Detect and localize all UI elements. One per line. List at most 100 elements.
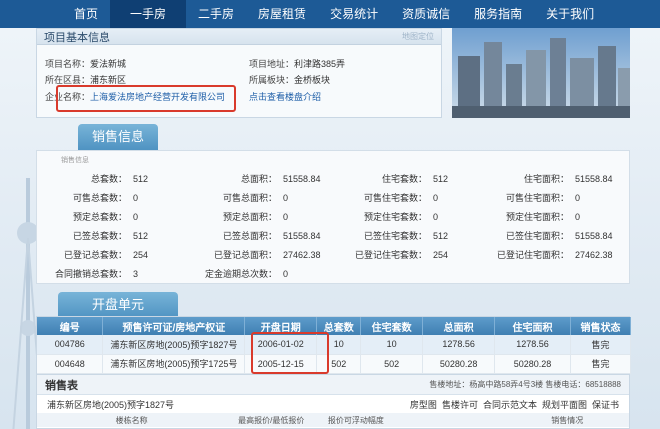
sales-info-value: 254: [133, 249, 149, 260]
nav-item[interactable]: 服务指南: [462, 0, 534, 28]
detail-link-row: 点击查看楼盘介绍: [249, 90, 321, 103]
sales-info-value: 0: [133, 211, 139, 222]
unit-id-cell[interactable]: 004648: [37, 354, 104, 374]
sales-info-value: 0: [575, 192, 581, 203]
document-link[interactable]: 合同示范文本: [483, 400, 537, 410]
project-detail-link[interactable]: 点击查看楼盘介绍: [249, 92, 321, 102]
sales-info-value: 51558.84: [283, 173, 321, 184]
nav-item[interactable]: 首页: [62, 0, 110, 28]
project-address: 利津路385弄: [294, 59, 346, 69]
unit-id-cell[interactable]: 004786: [37, 335, 104, 355]
sales-table-column-header: 报价可浮动幅度: [327, 415, 384, 425]
sales-info-label: 预定住宅面积：: [505, 212, 569, 222]
sales-info-label: 可售住宅面积：: [505, 193, 569, 203]
sales-info-label: 住宅面积：: [523, 174, 569, 184]
sales-office-info: 售楼地址：杨高中路58弄4号3楼 售楼电话：68518888: [429, 380, 621, 389]
sales-info-value: 512: [433, 173, 449, 184]
sales-table-title: 销售表: [45, 379, 78, 392]
units-column-header: 销售状态: [570, 317, 631, 335]
sales-info-label: 住宅套数：: [381, 174, 427, 184]
sales-info-value: 254: [433, 249, 449, 260]
table-row[interactable]: 004786 浦东新区房地(2005)预字1827号 2006-01-02 10 10 1…: [37, 335, 631, 355]
sales-info-row: 总套数： 512 总面积： 51558.84 住宅套数： 512 住宅面积： 51558.84: [37, 169, 631, 188]
sales-info-label: 预定总面积：: [222, 212, 277, 222]
sales-info-value: 0: [433, 192, 439, 203]
opening-units-panel: 编号 预售许可证/房地产权证 开盘日期 总套数 住宅套数 总面积 住宅面积 销售状态 0047…: [36, 316, 631, 374]
tab-opening-units[interactable]: 开盘单元: [58, 292, 178, 318]
sales-info-label: 已登记住宅面积：: [497, 250, 570, 260]
project-address-row: 项目地址：利津路385弄: [249, 59, 346, 69]
sales-table-column-header: 最高报价/最低报价: [238, 415, 305, 425]
top-nav: 首页 一手房 二手房 房屋租赁 交易统计 资质诚信 服务指南 关于我们: [0, 0, 660, 28]
table-cell: 502: [360, 354, 424, 374]
nav-item[interactable]: 交易统计: [318, 0, 390, 28]
sales-info-value: 512: [433, 230, 449, 241]
nav-item[interactable]: 关于我们: [534, 0, 606, 28]
building-photo: [452, 28, 630, 118]
sales-info-row: 已登记总套数： 254 已登记总面积： 27462.38 已登记住宅套数： 254 已登记住…: [37, 245, 631, 264]
district-value: 浦东新区: [90, 75, 127, 85]
project-name-row: 项目名称：爱法新城: [45, 59, 127, 69]
sales-info-panel: 销售信息 总套数： 512 总面积： 51558.84 住宅套数： 512 住宅面积： 515…: [36, 150, 630, 284]
sales-info-value: 512: [133, 230, 149, 241]
document-link[interactable]: 规划平面图: [542, 400, 587, 410]
document-links: 房型图 售楼许可 合同示范文本 规划平面图 保证书: [405, 398, 619, 411]
tab-sales-info[interactable]: 销售信息: [78, 124, 158, 150]
table-cell[interactable]: 浦东新区房地(2005)预字1827号: [102, 335, 246, 355]
project-name: 爱法新城: [90, 59, 127, 69]
units-column-header: 住宅面积: [494, 317, 572, 335]
sales-info-value: 27462.38: [575, 249, 613, 260]
sales-info-label: 合同撤销总套数：: [54, 269, 127, 279]
nav-item[interactable]: 一手房: [110, 0, 187, 28]
sales-info-label: 总面积：: [240, 174, 277, 184]
sales-table-column-header: 销售情况: [551, 415, 584, 425]
sales-table-panel: 销售表 售楼地址：杨高中路58弄4号3楼 售楼电话：68518888 浦东新区房…: [36, 374, 630, 429]
company-highlight-box: [56, 85, 236, 112]
sales-info-row: 已签总套数： 512 已签总面积： 51558.84 已签住宅套数： 512 已签住宅面积：…: [37, 226, 631, 245]
units-column-header: 编号: [37, 317, 104, 335]
sales-status-cell: 售完: [570, 354, 631, 374]
nav-item[interactable]: 房屋租赁: [246, 0, 318, 28]
sales-table-column-header: 楼栋名称: [115, 415, 148, 425]
sales-info-row: 预定总套数： 0 预定总面积： 0 预定住宅套数： 0 预定住宅面积： 0: [37, 207, 631, 226]
table-cell[interactable]: 浦东新区房地(2005)预字1725号: [102, 354, 246, 374]
project-info-title: 项目基本信息: [44, 31, 110, 44]
table-cell: 10: [360, 335, 424, 355]
table-row[interactable]: 004648 浦东新区房地(2005)预字1725号 2005-12-15 502 50…: [37, 354, 631, 374]
sales-info-label: 预定总套数：: [72, 212, 127, 222]
table-cell: 50280.28: [422, 354, 496, 374]
sales-info-value: 51558.84: [575, 230, 613, 241]
sales-info-row: 可售总套数： 0 可售总面积： 0 可售住宅套数： 0 可售住宅面积： 0: [37, 188, 631, 207]
sales-info-value: 51558.84: [283, 230, 321, 241]
map-location-link[interactable]: 地图定位: [402, 31, 434, 42]
sales-info-label: 可售住宅套数：: [363, 193, 427, 203]
sales-info-value: 27462.38: [283, 249, 321, 260]
permit-number: 浦东新区房地(2005)预字1827号: [47, 399, 175, 410]
document-link[interactable]: 房型图: [410, 400, 437, 410]
sales-info-label: 已登记住宅套数：: [354, 250, 427, 260]
units-column-header: 总面积: [422, 317, 496, 335]
sales-info-label: 已签总面积：: [222, 231, 277, 241]
skyline-image: [452, 28, 630, 118]
sales-info-value: 0: [283, 211, 289, 222]
block-row: 所属板块：金桥板块: [249, 75, 331, 85]
opening-units-table: 编号 预售许可证/房地产权证 开盘日期 总套数 住宅套数 总面积 住宅面积 销售状态 0047…: [37, 317, 631, 374]
document-link[interactable]: 售楼许可: [442, 400, 478, 410]
sales-info-label: 已签住宅面积：: [505, 231, 569, 241]
sales-info-label: 已签住宅套数：: [363, 231, 427, 241]
sales-info-value: 0: [433, 211, 439, 222]
sales-info-value: 0: [133, 192, 139, 203]
table-cell: 1278.56: [422, 335, 496, 355]
sales-info-label: 可售总面积：: [222, 193, 277, 203]
sales-info-subtitle: 销售信息: [61, 157, 89, 164]
nav-item[interactable]: 二手房: [186, 0, 246, 28]
document-link[interactable]: 保证书: [592, 400, 619, 410]
units-column-header: 住宅套数: [360, 317, 424, 335]
sales-table-columns: 楼栋名称 最高报价/最低报价 报价可浮动幅度 销售情况: [37, 413, 629, 427]
opening-date-highlight-box: [251, 332, 329, 374]
sales-info-label: 已签总套数：: [72, 231, 127, 241]
sales-info-label: 已登记总套数：: [63, 250, 127, 260]
sales-info-value: 0: [283, 268, 289, 279]
nav-item[interactable]: 资质诚信: [390, 0, 462, 28]
sales-info-value: 51558.84: [575, 173, 613, 184]
